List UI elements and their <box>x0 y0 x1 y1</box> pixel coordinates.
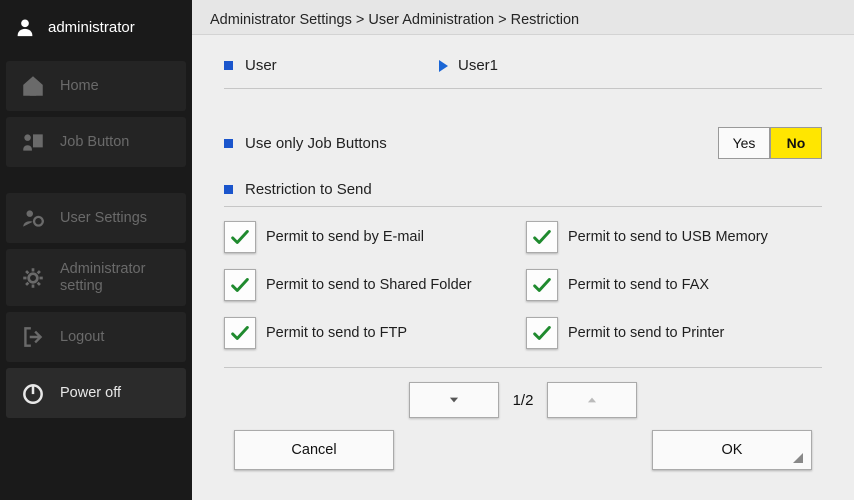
check-icon <box>531 226 553 248</box>
permit-label: Permit to send to Printer <box>568 325 724 341</box>
permit-printer: Permit to send to Printer <box>526 317 822 349</box>
yes-no-group: Yes No <box>718 127 822 159</box>
sidebar-item-user-settings[interactable]: User Settings <box>6 193 186 243</box>
content: User User1 Use only Job Buttons Yes No R… <box>192 35 854 500</box>
home-icon <box>20 73 46 99</box>
power-icon <box>20 380 46 406</box>
footer-buttons: Cancel OK <box>224 424 822 484</box>
permit-label: Permit to send to USB Memory <box>568 229 768 245</box>
permit-label: Permit to send to FTP <box>266 325 407 341</box>
user-value: User1 <box>458 57 498 74</box>
check-icon <box>531 274 553 296</box>
check-icon <box>229 226 251 248</box>
square-bullet-icon <box>224 139 233 148</box>
checkbox-email[interactable] <box>224 221 256 253</box>
restriction-header-label: Restriction to Send <box>245 181 372 198</box>
permit-email: Permit to send by E-mail <box>224 221 520 253</box>
sidebar-item-label: Power off <box>60 385 121 401</box>
main-panel: Administrator Settings > User Administra… <box>192 0 854 500</box>
sidebar-item-power-off[interactable]: Power off <box>6 368 186 418</box>
sidebar-item-label: Administrator setting <box>60 261 172 294</box>
permit-shared-folder: Permit to send to Shared Folder <box>224 269 520 301</box>
sidebar-user-label: administrator <box>48 19 135 36</box>
page-up-button[interactable] <box>547 382 637 418</box>
sidebar-item-logout[interactable]: Logout <box>6 312 186 362</box>
sidebar-item-label: Job Button <box>60 134 129 150</box>
restriction-header: Restriction to Send <box>224 181 822 207</box>
check-icon <box>229 274 251 296</box>
permit-fax: Permit to send to FAX <box>526 269 822 301</box>
permit-usb: Permit to send to USB Memory <box>526 221 822 253</box>
job-button-icon <box>20 129 46 155</box>
user-settings-icon <box>20 205 46 231</box>
job-buttons-row: Use only Job Buttons Yes No <box>224 119 822 167</box>
pager: 1/2 <box>224 368 822 424</box>
page-index: 1/2 <box>513 392 534 409</box>
ok-button[interactable]: OK <box>652 430 812 470</box>
sidebar-item-administrator-setting[interactable]: Administrator setting <box>6 249 186 306</box>
triangle-bullet-icon <box>439 60 448 72</box>
permit-label: Permit to send to FAX <box>568 277 709 293</box>
chevron-down-icon <box>447 393 461 407</box>
checkbox-shared[interactable] <box>224 269 256 301</box>
permit-ftp: Permit to send to FTP <box>224 317 520 349</box>
square-bullet-icon <box>224 185 233 194</box>
square-bullet-icon <box>224 61 233 70</box>
check-icon <box>531 322 553 344</box>
user-icon <box>14 16 36 38</box>
checkbox-printer[interactable] <box>526 317 558 349</box>
permit-label: Permit to send by E-mail <box>266 229 424 245</box>
sidebar-item-home[interactable]: Home <box>6 61 186 111</box>
job-buttons-label: Use only Job Buttons <box>245 135 387 152</box>
checkbox-ftp[interactable] <box>224 317 256 349</box>
logout-icon <box>20 324 46 350</box>
permits-grid: Permit to send by E-mail Permit to send … <box>224 207 822 368</box>
checkbox-usb[interactable] <box>526 221 558 253</box>
yes-button[interactable]: Yes <box>718 127 770 159</box>
check-icon <box>229 322 251 344</box>
user-value-group: User1 <box>439 57 498 74</box>
gear-icon <box>20 265 46 291</box>
breadcrumb: Administrator Settings > User Administra… <box>192 0 854 35</box>
sidebar-item-label: User Settings <box>60 210 147 226</box>
sidebar: administrator Home Job Button User Setti… <box>0 0 192 500</box>
sidebar-item-label: Logout <box>60 329 104 345</box>
cancel-button[interactable]: Cancel <box>234 430 394 470</box>
no-button[interactable]: No <box>770 127 822 159</box>
sidebar-user: administrator <box>0 0 192 58</box>
permit-label: Permit to send to Shared Folder <box>266 277 472 293</box>
sidebar-item-label: Home <box>60 78 99 94</box>
sidebar-item-job-button[interactable]: Job Button <box>6 117 186 167</box>
chevron-up-icon <box>585 393 599 407</box>
user-row: User User1 <box>224 49 822 89</box>
page-down-button[interactable] <box>409 382 499 418</box>
checkbox-fax[interactable] <box>526 269 558 301</box>
user-label: User <box>245 57 277 74</box>
